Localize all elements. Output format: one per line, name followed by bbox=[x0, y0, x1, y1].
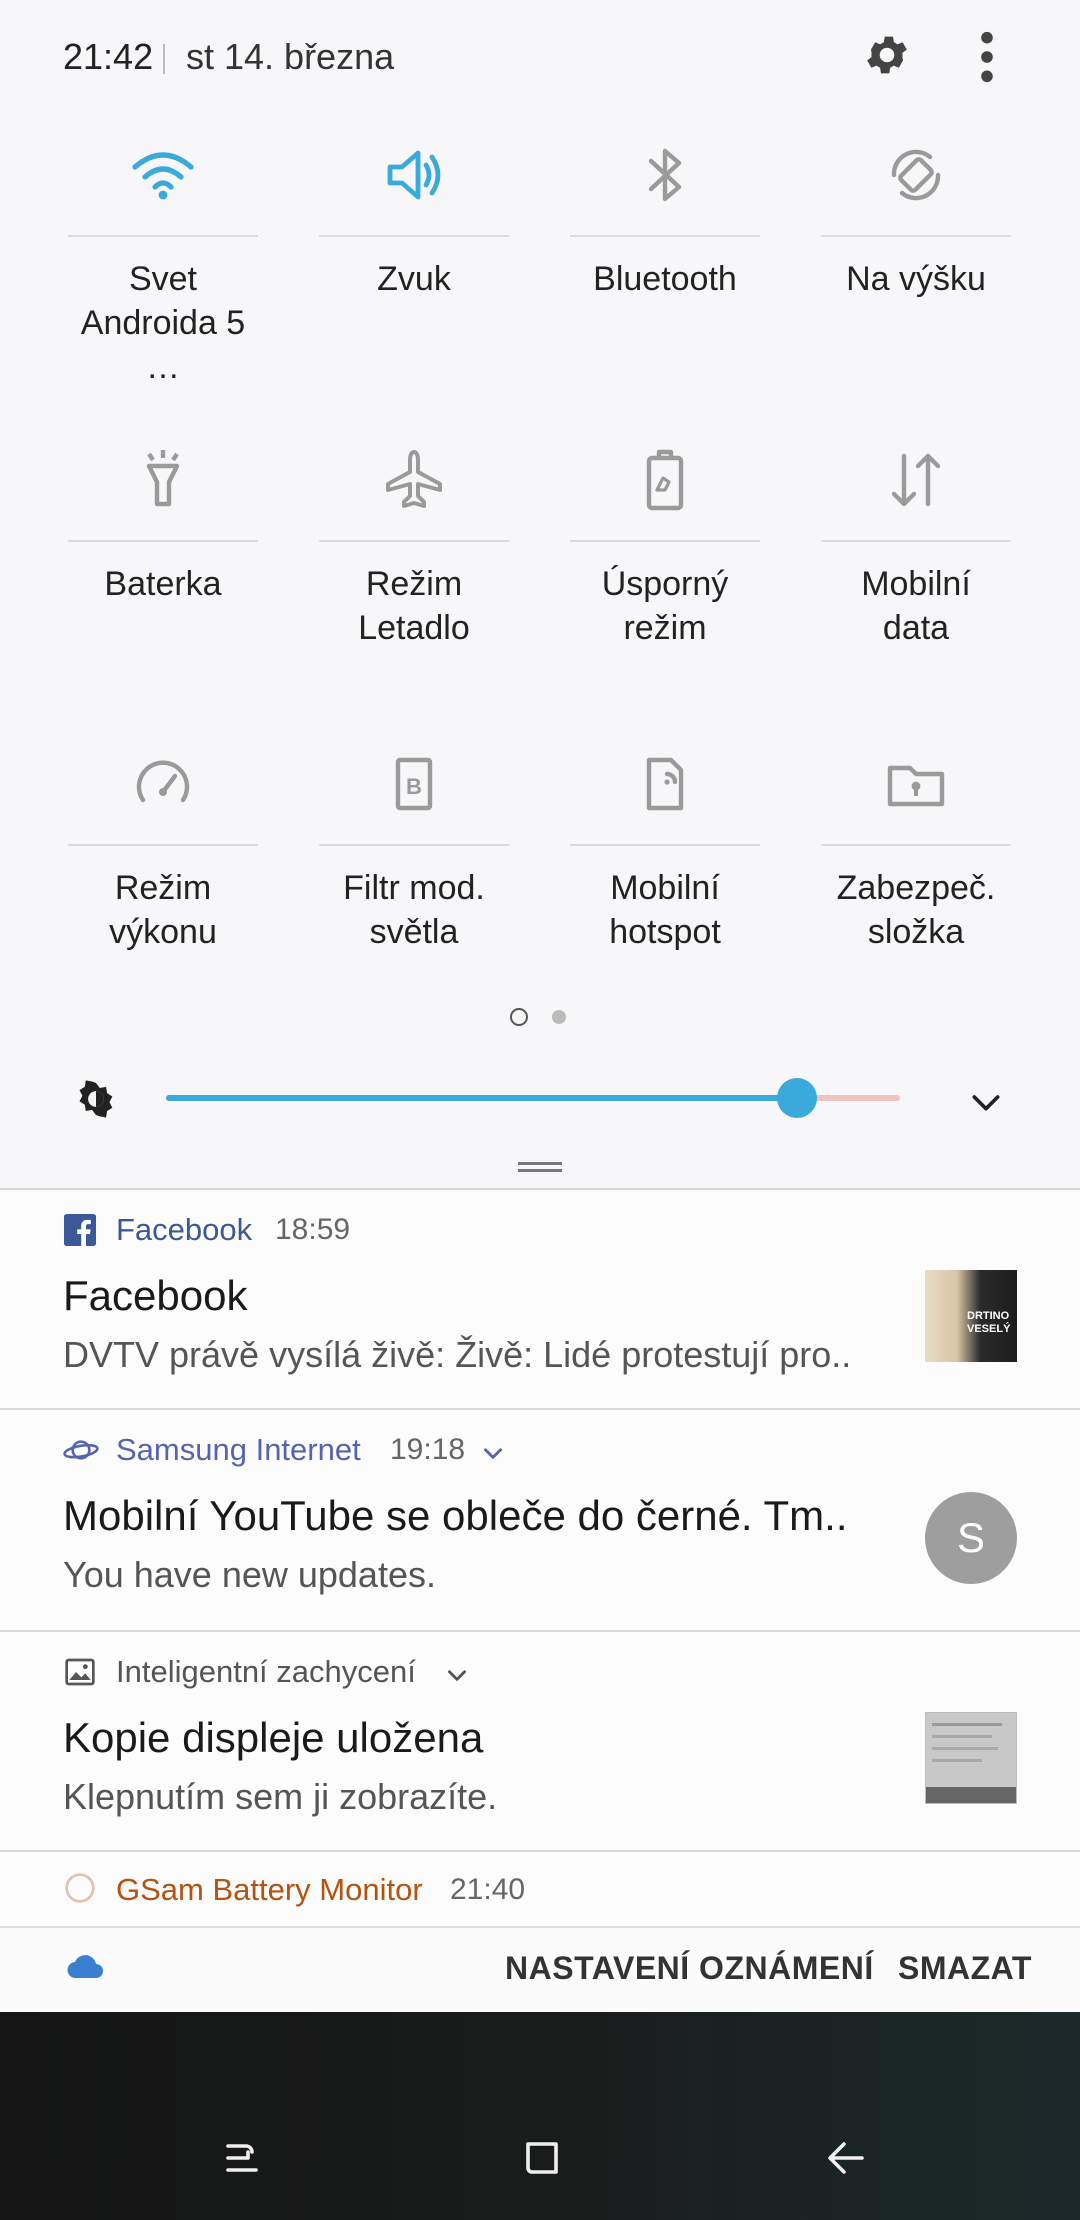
tile-label: Filtr mod. světla bbox=[343, 869, 485, 951]
header-separator bbox=[163, 44, 165, 74]
samsung-internet-icon bbox=[63, 1440, 99, 1460]
chevron-down-icon[interactable] bbox=[444, 1662, 470, 1688]
tile-secure-folder[interactable]: Zabezpeč. složka bbox=[821, 744, 1011, 954]
tile-divider bbox=[821, 540, 1011, 542]
blue-light-filter-icon: B bbox=[395, 757, 433, 811]
tile-divider bbox=[68, 235, 258, 237]
notification-time: 21:40 bbox=[450, 1873, 526, 1906]
notification-settings-button[interactable]: NASTAVENÍ OZNÁMENÍ bbox=[505, 1950, 874, 1987]
tile-divider bbox=[570, 235, 760, 237]
home-icon[interactable] bbox=[518, 2134, 566, 2182]
clock: 21:42 bbox=[63, 36, 154, 77]
notification-thumbnail: DRTINO VESELÝ bbox=[925, 1270, 1017, 1362]
tile-divider bbox=[319, 235, 509, 237]
tile-label: Na výšku bbox=[846, 260, 986, 298]
chevron-down-icon[interactable] bbox=[480, 1440, 506, 1466]
panel-drag-handle[interactable] bbox=[518, 1162, 562, 1172]
notification-title: Facebook bbox=[63, 1272, 248, 1319]
tile-label: Mobilní data bbox=[861, 565, 971, 647]
notification-app-name: Inteligentní zachycení bbox=[116, 1654, 416, 1689]
date: st 14. března bbox=[186, 36, 395, 77]
brightness-slider-fill bbox=[166, 1095, 798, 1101]
notification-facebook[interactable]: Facebook 18:59 Facebook DVTV právě vysíl… bbox=[0, 1190, 1080, 1410]
avatar: S bbox=[925, 1492, 1017, 1584]
flashlight-icon bbox=[146, 450, 180, 507]
airplane-icon bbox=[386, 450, 442, 508]
notification-app-name: GSam Battery Monitor bbox=[116, 1872, 423, 1907]
notification-text: You have new updates. bbox=[63, 1554, 436, 1595]
notification-smart-capture[interactable]: Inteligentní zachycení Kopie displeje ul… bbox=[0, 1632, 1080, 1852]
tile-divider bbox=[68, 844, 258, 846]
cloud-icon bbox=[67, 1955, 103, 1979]
tile-divider bbox=[319, 844, 509, 846]
tile-label: Baterka bbox=[104, 565, 222, 603]
brightness-slider-thumb[interactable] bbox=[777, 1078, 818, 1118]
brightness-icon bbox=[79, 1080, 113, 1118]
thumbnail-caption: DRTINO VESELÝ bbox=[967, 1310, 1011, 1335]
notification-text: Klepnutím sem ji zobrazíte. bbox=[63, 1776, 498, 1817]
tile-label: Bluetooth bbox=[593, 260, 737, 298]
image-icon bbox=[65, 1658, 95, 1686]
svg-text:B: B bbox=[406, 774, 422, 799]
page-dot-active[interactable] bbox=[510, 1008, 528, 1026]
tile-wifi[interactable]: Svet Androida 5 … bbox=[68, 135, 258, 389]
tile-label: Mobilní hotspot bbox=[609, 869, 721, 951]
navigation-bar bbox=[0, 2012, 1080, 2220]
tile-rotation[interactable]: Na výšku bbox=[821, 135, 1011, 301]
notification-gsam[interactable]: GSam Battery Monitor 21:40 bbox=[0, 1852, 1080, 1926]
notification-samsung-internet[interactable]: Samsung Internet 19:18 Mobilní YouTube s… bbox=[0, 1410, 1080, 1632]
notification-app-name: Facebook bbox=[116, 1212, 253, 1247]
tile-flashlight[interactable]: Baterka bbox=[68, 440, 258, 606]
battery-saver-icon bbox=[646, 449, 684, 511]
tile-label: Úsporný režim bbox=[601, 565, 729, 647]
tile-mobile-data[interactable]: Mobilní data bbox=[821, 440, 1011, 650]
secure-folder-icon bbox=[887, 765, 945, 807]
tile-divider bbox=[821, 844, 1011, 846]
more-vert-icon[interactable] bbox=[972, 30, 1002, 84]
tile-hotspot[interactable]: Mobilní hotspot bbox=[570, 744, 760, 954]
clear-button[interactable]: SMAZAT bbox=[898, 1950, 1032, 1987]
recent-apps-icon[interactable] bbox=[218, 2134, 266, 2182]
wifi-icon bbox=[132, 152, 194, 200]
tile-divider bbox=[570, 844, 760, 846]
speaker-icon bbox=[387, 150, 441, 200]
rotate-icon bbox=[891, 149, 941, 201]
notification-app-name: Samsung Internet bbox=[116, 1432, 361, 1467]
notification-time: 18:59 bbox=[275, 1213, 351, 1246]
notification-title: Mobilní YouTube se obleče do černé. Tm.. bbox=[63, 1492, 848, 1539]
facebook-icon bbox=[64, 1214, 96, 1246]
tile-label: Zabezpeč. složka bbox=[836, 869, 996, 951]
tile-label: Svet Androida 5 … bbox=[80, 260, 246, 386]
chevron-down-icon[interactable] bbox=[966, 1082, 1006, 1122]
tile-label: Režim výkonu bbox=[109, 869, 217, 951]
notification-time: 19:18 bbox=[390, 1433, 466, 1466]
tile-divider bbox=[68, 540, 258, 542]
tile-divider bbox=[319, 540, 509, 542]
tile-airplane[interactable]: Režim Letadlo bbox=[319, 440, 509, 650]
notification-text: DVTV právě vysílá živě: Živě: Lidé prote… bbox=[63, 1334, 852, 1375]
notification-title: Kopie displeje uložena bbox=[63, 1714, 484, 1761]
bluetooth-icon bbox=[648, 148, 682, 202]
notification-thumbnail bbox=[925, 1712, 1017, 1804]
tile-label: Režim Letadlo bbox=[358, 565, 470, 647]
tile-performance[interactable]: Režim výkonu bbox=[68, 744, 258, 954]
performance-gauge-icon bbox=[136, 760, 190, 803]
tile-divider bbox=[570, 540, 760, 542]
tile-label: Zvuk bbox=[377, 260, 451, 298]
page-dot[interactable] bbox=[552, 1010, 566, 1024]
tile-sound[interactable]: Zvuk bbox=[319, 135, 509, 301]
gear-icon[interactable] bbox=[862, 30, 912, 80]
mobile-data-icon bbox=[891, 453, 941, 507]
hotspot-icon bbox=[646, 757, 684, 811]
tile-divider bbox=[821, 235, 1011, 237]
battery-monitor-icon bbox=[65, 1873, 95, 1903]
tile-blue-light-filter[interactable]: B Filtr mod. světla bbox=[319, 744, 509, 954]
tile-bluetooth[interactable]: Bluetooth bbox=[570, 135, 760, 301]
back-icon[interactable] bbox=[822, 2134, 870, 2182]
tile-power-saving[interactable]: Úsporný režim bbox=[570, 440, 760, 650]
